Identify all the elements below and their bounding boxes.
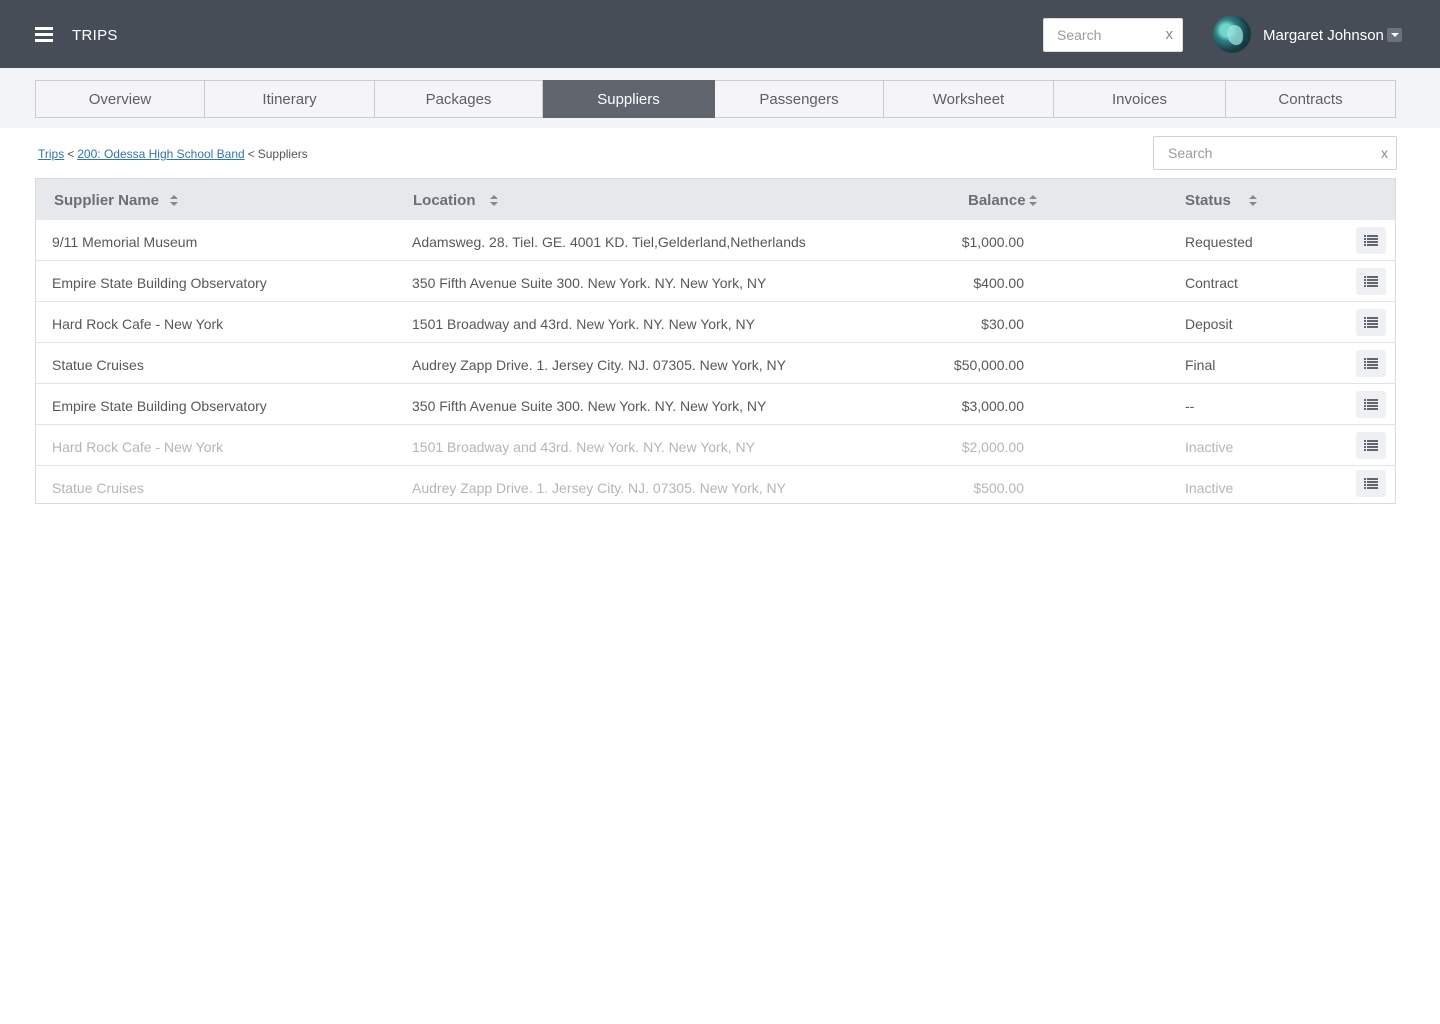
status-cell: Inactive	[1185, 480, 1234, 496]
sort-icon[interactable]	[170, 195, 178, 207]
location-cell: 350 Fifth Avenue Suite 300. New York. NY…	[412, 275, 767, 291]
tab-passengers[interactable]: Passengers	[715, 80, 884, 118]
list-icon[interactable]	[1356, 391, 1386, 418]
location-cell: 350 Fifth Avenue Suite 300. New York. NY…	[412, 398, 767, 414]
tab-contracts[interactable]: Contracts	[1226, 80, 1396, 118]
tab-packages[interactable]: Packages	[375, 80, 543, 118]
table-header: Supplier Name Location Balance Status	[36, 179, 1395, 220]
breadcrumb-separator: <	[247, 147, 255, 161]
breadcrumb-current: Suppliers	[257, 147, 308, 161]
location-cell: 1501 Broadway and 43rd. New York. NY. Ne…	[412, 439, 755, 455]
column-header-supplier-name[interactable]: Supplier Name	[54, 192, 159, 209]
global-search: x	[1043, 18, 1183, 52]
tab-worksheet[interactable]: Worksheet	[884, 80, 1054, 118]
status-cell: Final	[1185, 357, 1216, 373]
table-row[interactable]: Empire State Building Observatory 350 Fi…	[36, 261, 1395, 302]
supplier-search-clear-icon[interactable]: x	[1381, 145, 1388, 161]
supplier-search: x	[1153, 136, 1397, 170]
sort-icon[interactable]	[490, 195, 498, 207]
sort-icon[interactable]	[1249, 195, 1257, 207]
table-row[interactable]: Hard Rock Cafe - New York 1501 Broadway …	[36, 425, 1395, 466]
status-cell: Deposit	[1185, 316, 1233, 332]
column-header-status[interactable]: Status	[1185, 192, 1231, 209]
location-cell: 1501 Broadway and 43rd. New York. NY. Ne…	[412, 316, 755, 332]
sort-icon[interactable]	[1029, 195, 1037, 207]
supplier-name-cell[interactable]: Statue Cruises	[52, 357, 144, 373]
balance-cell: $30.00	[981, 316, 1024, 332]
caret-down-icon[interactable]	[1387, 28, 1402, 42]
list-icon[interactable]	[1356, 432, 1386, 459]
hamburger-icon[interactable]	[35, 27, 53, 43]
table-body: 9/11 Memorial Museum Adamsweg. 28. Tiel.…	[36, 220, 1395, 502]
list-icon[interactable]	[1356, 350, 1386, 377]
location-cell: Audrey Zapp Drive. 1. Jersey City. NJ. 0…	[412, 480, 787, 496]
top-bar: TRIPS x Margaret Johnson	[0, 0, 1440, 68]
breadcrumb-trip-link[interactable]: 200: Odessa High School Band	[77, 147, 244, 161]
location-cell: Adamsweg. 28. Tiel. GE. 4001 KD. Tiel,Ge…	[412, 234, 806, 250]
status-cell: Inactive	[1185, 439, 1234, 455]
balance-cell: $50,000.00	[953, 357, 1024, 373]
status-cell: --	[1185, 398, 1195, 414]
breadcrumb-separator: <	[67, 147, 75, 161]
supplier-search-input[interactable]	[1154, 137, 1364, 169]
list-icon[interactable]	[1356, 227, 1386, 254]
supplier-name-cell[interactable]: Empire State Building Observatory	[52, 275, 267, 291]
app-title: TRIPS	[72, 27, 118, 44]
tab-itinerary[interactable]: Itinerary	[205, 80, 375, 118]
table-row[interactable]: Empire State Building Observatory 350 Fi…	[36, 384, 1395, 425]
balance-cell: $400.00	[973, 275, 1024, 291]
supplier-name-cell[interactable]: 9/11 Memorial Museum	[52, 234, 197, 250]
table-row[interactable]: 9/11 Memorial Museum Adamsweg. 28. Tiel.…	[36, 220, 1395, 261]
avatar[interactable]	[1213, 15, 1251, 53]
status-cell: Contract	[1185, 275, 1238, 291]
user-name[interactable]: Margaret Johnson	[1263, 27, 1384, 44]
column-header-location[interactable]: Location	[413, 192, 476, 209]
tab-invoices[interactable]: Invoices	[1054, 80, 1226, 118]
balance-cell: $500.00	[973, 480, 1024, 496]
table-row[interactable]: Statue Cruises Audrey Zapp Drive. 1. Jer…	[36, 466, 1395, 502]
balance-cell: $2,000.00	[961, 439, 1024, 455]
tab-suppliers[interactable]: Suppliers	[543, 80, 715, 118]
location-cell: Audrey Zapp Drive. 1. Jersey City. NJ. 0…	[412, 357, 787, 373]
global-search-clear-icon[interactable]: x	[1166, 26, 1174, 43]
suppliers-table: Supplier Name Location Balance Status 9/…	[35, 178, 1396, 504]
breadcrumb-trips-link[interactable]: Trips	[38, 147, 64, 161]
balance-cell: $3,000.00	[961, 398, 1024, 414]
status-cell: Requested	[1185, 234, 1253, 250]
global-search-input[interactable]	[1044, 19, 1154, 51]
list-icon[interactable]	[1356, 470, 1386, 497]
list-icon[interactable]	[1356, 268, 1386, 295]
column-header-balance[interactable]: Balance	[968, 192, 1026, 209]
tab-overview[interactable]: Overview	[35, 80, 205, 118]
breadcrumb: Trips <200: Odessa High School Band < Suppl…	[38, 147, 308, 161]
list-icon[interactable]	[1356, 309, 1386, 336]
supplier-name-cell[interactable]: Hard Rock Cafe - New York	[52, 316, 223, 332]
supplier-name-cell[interactable]: Statue Cruises	[52, 480, 144, 496]
supplier-name-cell[interactable]: Empire State Building Observatory	[52, 398, 267, 414]
supplier-name-cell[interactable]: Hard Rock Cafe - New York	[52, 439, 223, 455]
tabs-band: Overview Itinerary Packages Suppliers Pa…	[0, 68, 1440, 128]
trip-tabs: Overview Itinerary Packages Suppliers Pa…	[35, 80, 1396, 118]
balance-cell: $1,000.00	[961, 234, 1024, 250]
table-row[interactable]: Statue Cruises Audrey Zapp Drive. 1. Jer…	[36, 343, 1395, 384]
table-row[interactable]: Hard Rock Cafe - New York 1501 Broadway …	[36, 302, 1395, 343]
